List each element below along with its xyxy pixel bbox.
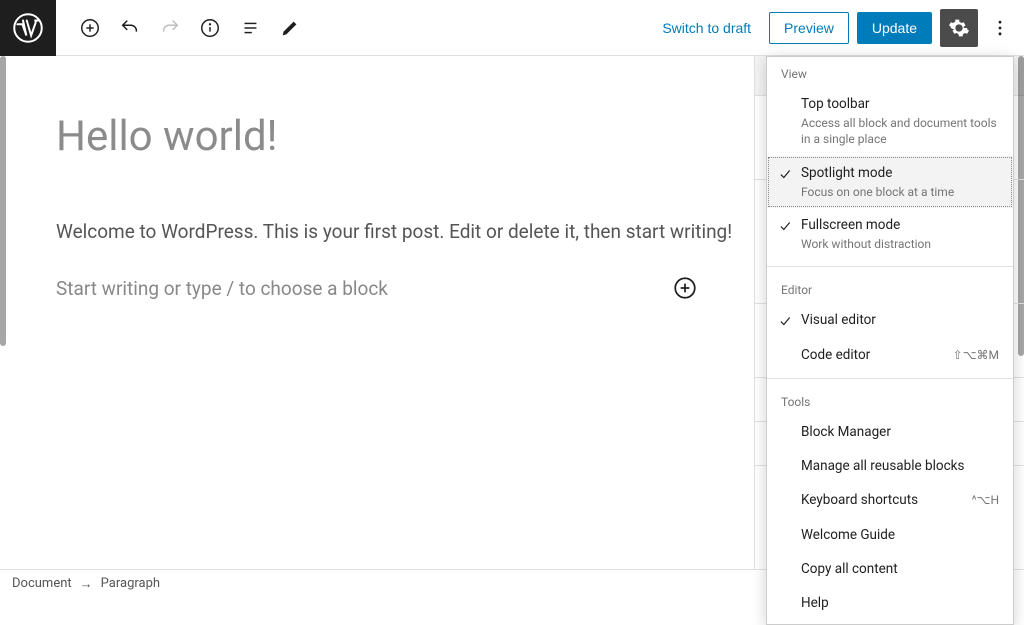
update-button[interactable]: Update [857,12,932,44]
menu-section-editor: Editor [767,273,1013,303]
menu-section-tools: Tools [767,385,1013,415]
menu-item-welcome-guide[interactable]: Welcome Guide [767,518,1013,552]
check-icon [777,218,793,234]
breadcrumb-root[interactable]: Document [12,576,72,591]
menu-shortcut: ⇧⌥⌘M [953,348,999,362]
new-block-placeholder[interactable]: Start writing or type / to choose a bloc… [56,275,754,301]
top-toolbar: Switch to draft Preview Update [0,0,1024,56]
editor-scrollbar[interactable] [0,56,6,346]
placeholder-text: Start writing or type / to choose a bloc… [56,277,388,300]
check-icon [777,348,793,364]
edit-button[interactable] [272,10,308,46]
toolbar-left-group [56,10,308,46]
gear-icon [948,17,970,39]
more-menu-button[interactable] [986,9,1014,47]
post-title[interactable]: Hello world! [56,112,754,161]
menu-item-spotlight-mode[interactable]: Spotlight mode Focus on one block at a t… [767,156,1013,208]
wordpress-icon [13,13,43,43]
editor-canvas[interactable]: Hello world! Welcome to WordPress. This … [0,56,754,569]
menu-item-help[interactable]: Help [767,586,1013,620]
menu-item-visual-editor[interactable]: Visual editor [767,303,1013,337]
breadcrumb-separator: → [80,576,93,592]
check-icon [777,166,793,182]
menu-separator [767,266,1013,267]
plus-circle-icon [79,17,101,39]
menu-item-keyboard-shortcuts[interactable]: Keyboard shortcuts ^⌥H [767,483,1013,517]
menu-section-view: View [767,57,1013,87]
menu-item-block-manager[interactable]: Block Manager [767,415,1013,449]
menu-item-copy-all[interactable]: Copy all content [767,552,1013,586]
wordpress-logo[interactable] [0,0,56,56]
undo-button[interactable] [112,10,148,46]
menu-shortcut: ^⌥H [972,493,999,507]
settings-button[interactable] [940,9,978,47]
info-button[interactable] [192,10,228,46]
preview-button[interactable]: Preview [769,12,849,44]
info-icon [199,17,221,39]
switch-to-draft-button[interactable]: Switch to draft [652,12,761,44]
toolbar-right-group: Switch to draft Preview Update [652,9,1024,47]
plus-circle-icon [672,275,698,301]
dots-vertical-icon [990,18,1010,38]
undo-icon [119,17,141,39]
redo-button [152,10,188,46]
check-icon [777,97,793,113]
menu-item-reusable-blocks[interactable]: Manage all reusable blocks [767,449,1013,483]
menu-item-fullscreen-mode[interactable]: Fullscreen mode Work without distraction [767,208,1013,260]
add-block-button[interactable] [72,10,108,46]
pencil-icon [279,17,301,39]
list-icon [239,17,261,39]
menu-separator [767,378,1013,379]
menu-item-code-editor[interactable]: Code editor ⇧⌥⌘M [767,338,1013,372]
breadcrumb-leaf[interactable]: Paragraph [101,576,160,591]
inline-add-block-button[interactable] [672,275,698,301]
redo-icon [159,17,181,39]
post-body-paragraph[interactable]: Welcome to WordPress. This is your first… [56,217,754,247]
check-icon [777,313,793,329]
outline-button[interactable] [232,10,268,46]
more-options-menu: View Top toolbar Access all block and do… [766,56,1014,625]
menu-item-top-toolbar[interactable]: Top toolbar Access all block and documen… [767,87,1013,156]
